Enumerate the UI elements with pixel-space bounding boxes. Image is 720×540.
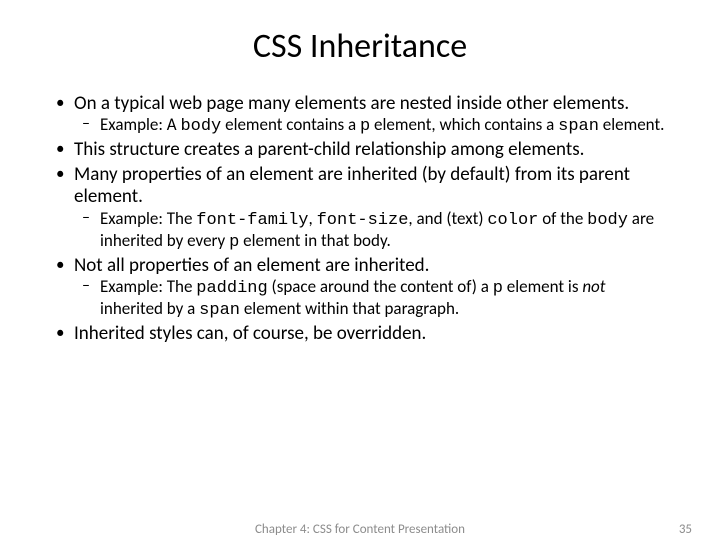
code-run: font-family bbox=[196, 211, 308, 230]
italic-run: not bbox=[582, 276, 605, 297]
code-run: font-size bbox=[317, 211, 409, 230]
bullet-item: This structure creates a parent-child re… bbox=[48, 139, 672, 161]
text-run: Example: A bbox=[100, 114, 180, 135]
footer-page-number: 35 bbox=[679, 522, 692, 537]
bullet-text: This structure creates a parent-child re… bbox=[74, 138, 584, 161]
bullet-text: On a typical web page many elements are … bbox=[74, 92, 629, 115]
bullet-text: Many properties of an element are inheri… bbox=[74, 163, 630, 208]
code-run: p bbox=[493, 279, 503, 298]
sub-bullet-list: Example: The padding (space around the c… bbox=[74, 277, 672, 321]
bullet-list: On a typical web page many elements are … bbox=[48, 93, 672, 346]
code-run: padding bbox=[196, 279, 267, 298]
code-run: color bbox=[487, 211, 538, 230]
bullet-item: On a typical web page many elements are … bbox=[48, 93, 672, 137]
text-run: (space around the content of) a bbox=[268, 276, 493, 297]
code-run: p bbox=[360, 117, 370, 136]
text-run: , bbox=[309, 208, 317, 229]
code-run: span bbox=[558, 117, 599, 136]
sub-bullet-item: Example: The padding (space around the c… bbox=[74, 277, 672, 321]
text-run: , and (text) bbox=[408, 208, 487, 229]
sub-bullet-item: Example: The font-family, font-size, and… bbox=[74, 209, 672, 253]
bullet-item: Many properties of an element are inheri… bbox=[48, 164, 672, 253]
code-run: span bbox=[199, 301, 240, 320]
bullet-text: Not all properties of an element are inh… bbox=[74, 254, 429, 277]
slide-title: CSS Inheritance bbox=[48, 26, 672, 67]
text-run: element, which contains a bbox=[370, 114, 558, 135]
code-run: p bbox=[229, 233, 239, 252]
text-run: of the bbox=[538, 208, 587, 229]
bullet-text: Inherited styles can, of course, be over… bbox=[74, 322, 426, 345]
code-run: body bbox=[180, 117, 221, 136]
text-run: element within that paragraph. bbox=[240, 298, 459, 319]
text-run: inherited by a bbox=[100, 298, 199, 319]
footer-chapter: Chapter 4: CSS for Content Presentation bbox=[0, 522, 720, 537]
bullet-item: Not all properties of an element are inh… bbox=[48, 255, 672, 322]
bullet-item: Inherited styles can, of course, be over… bbox=[48, 323, 672, 345]
text-run: element is bbox=[503, 276, 582, 297]
text-run: element contains a bbox=[221, 114, 360, 135]
text-run: element in that body. bbox=[239, 230, 391, 251]
text-run: element. bbox=[599, 114, 664, 135]
sub-bullet-list: Example: A body element contains a p ele… bbox=[74, 115, 672, 137]
text-run: Example: The bbox=[100, 276, 196, 297]
sub-bullet-list: Example: The font-family, font-size, and… bbox=[74, 209, 672, 253]
text-run: Example: The bbox=[100, 208, 196, 229]
code-run: body bbox=[587, 211, 628, 230]
sub-bullet-item: Example: A body element contains a p ele… bbox=[74, 115, 672, 137]
